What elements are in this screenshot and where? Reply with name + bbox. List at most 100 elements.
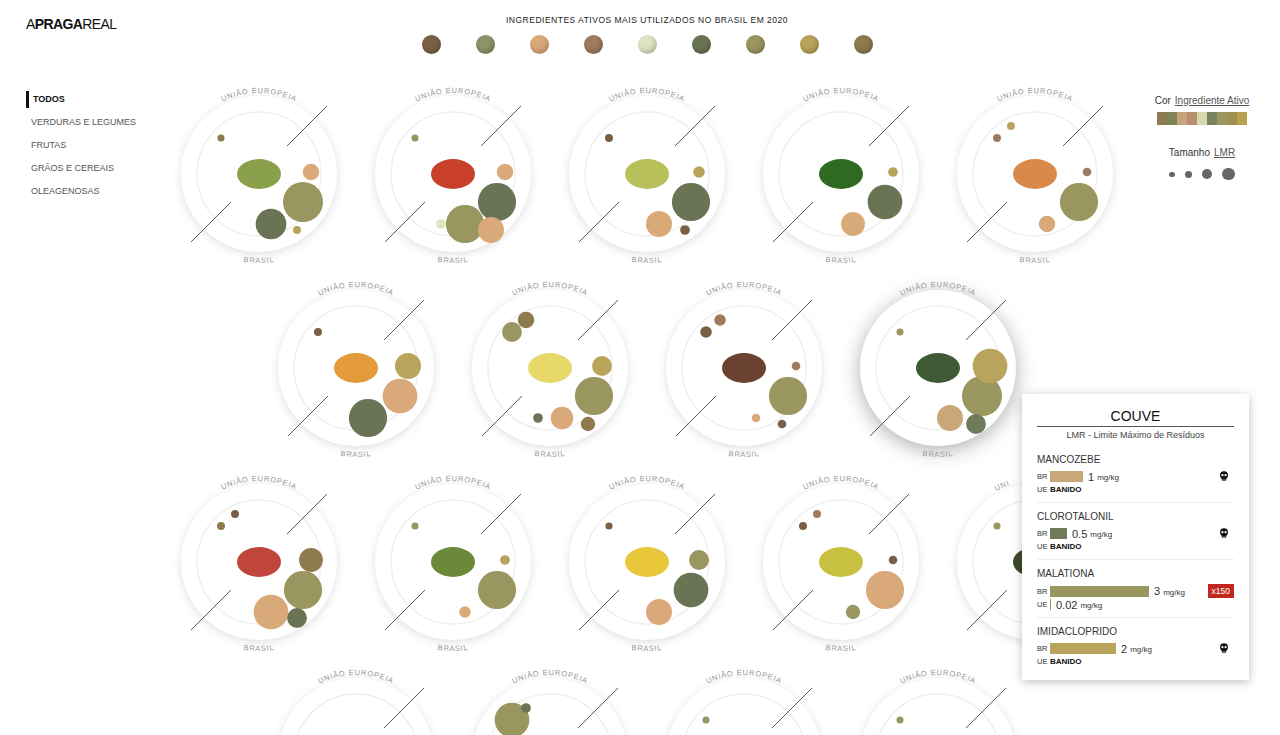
plate[interactable]: UNIÃO EUROPEIABRASIL [162, 77, 356, 271]
eu-bubble[interactable] [521, 703, 531, 713]
eu-bubble[interactable] [605, 134, 613, 142]
br-bubble[interactable] [287, 608, 307, 628]
br-bubble[interactable] [937, 405, 963, 431]
sidebar-item[interactable]: TODOS [26, 91, 162, 108]
eu-bubble[interactable] [231, 510, 239, 518]
ingredient-dot[interactable] [638, 35, 657, 54]
plate[interactable]: UNIÃO EUROPEIABRASIL [744, 77, 938, 271]
br-bubble[interactable] [646, 211, 672, 237]
br-bubble[interactable] [533, 413, 543, 423]
br-bubble[interactable] [841, 212, 865, 236]
br-bubble[interactable] [497, 164, 514, 181]
eu-bubble[interactable] [896, 716, 903, 723]
br-bubble[interactable] [575, 377, 613, 415]
br-bubble[interactable] [349, 399, 387, 437]
eu-bubble[interactable] [896, 328, 903, 335]
ingredient-dot[interactable] [854, 35, 873, 54]
br-bubble[interactable] [792, 362, 801, 371]
eu-bubble[interactable] [217, 522, 225, 530]
sidebar-item[interactable]: OLEAGENOSAS [26, 183, 162, 200]
br-bubble[interactable] [478, 217, 504, 243]
br-bubble[interactable] [395, 353, 421, 379]
eu-bubble[interactable] [799, 522, 807, 530]
eu-bubble[interactable] [813, 510, 821, 518]
ingredient-dot[interactable] [422, 35, 441, 54]
eu-bubble[interactable] [702, 716, 709, 723]
br-bubble[interactable] [693, 166, 705, 178]
eu-bubble[interactable] [518, 312, 535, 329]
br-bubble[interactable] [254, 595, 289, 630]
br-bubble[interactable] [868, 185, 903, 220]
eu-bubble[interactable] [605, 522, 612, 529]
br-bubble[interactable] [303, 164, 320, 181]
br-bubble[interactable] [592, 356, 612, 376]
br-bubble[interactable] [866, 571, 904, 609]
br-bubble[interactable] [478, 183, 516, 221]
plate[interactable]: UNIÃO EUROPEIABRASIL [259, 271, 453, 465]
br-bubble[interactable] [1060, 183, 1098, 221]
eu-bubble[interactable] [411, 522, 418, 529]
br-bubble[interactable] [478, 571, 516, 609]
logo[interactable]: APRAGAREAL [0, 0, 162, 77]
plate[interactable]: UNIÃO EUROPEIA [647, 659, 841, 735]
br-bubble[interactable] [299, 548, 323, 572]
sidebar-item[interactable]: GRÃOS E CEREAIS [26, 160, 162, 177]
plate[interactable]: UNIÃO EUROPEIABRASIL [550, 465, 744, 659]
br-bubble[interactable] [672, 183, 710, 221]
eu-bubble[interactable] [993, 522, 1000, 529]
br-bubble[interactable] [446, 205, 484, 243]
sidebar-item[interactable]: FRUTAS [26, 137, 162, 154]
br-bubble[interactable] [459, 606, 471, 618]
eu-bubble[interactable] [700, 326, 712, 338]
plate[interactable]: UNIÃO EUROPEIABRASIL [356, 465, 550, 659]
plate[interactable]: UNIÃO EUROPEIABRASIL [162, 465, 356, 659]
sidebar-item[interactable]: VERDURAS E LEGUMES [26, 114, 162, 131]
plate[interactable]: UNIÃO EUROPEIABRASIL [744, 465, 938, 659]
br-bubble[interactable] [769, 377, 807, 415]
ingredient-dot[interactable] [800, 35, 819, 54]
br-bubble[interactable] [283, 182, 323, 222]
br-bubble[interactable] [1039, 216, 1056, 233]
eu-bubble[interactable] [217, 134, 224, 141]
br-bubble[interactable] [293, 226, 301, 234]
ingredient-dot[interactable] [746, 35, 765, 54]
br-bubble[interactable] [500, 555, 510, 565]
plate[interactable]: UNIÃO EUROPEIABRASIL [356, 77, 550, 271]
plate[interactable]: UNIÃO EUROPEIABRASIL [938, 77, 1132, 271]
plate[interactable]: UNIÃO EUROPEIA [453, 659, 647, 735]
br-bubble[interactable] [888, 167, 898, 177]
color-legend-link[interactable]: Ingrediente Ativo [1175, 95, 1250, 106]
br-bubble[interactable] [846, 605, 860, 619]
br-bubble[interactable] [752, 414, 761, 423]
size-legend-link[interactable]: LMR [1214, 147, 1235, 158]
br-bubble[interactable] [889, 556, 898, 565]
ingredient-dot[interactable] [476, 35, 495, 54]
br-bubble[interactable] [689, 550, 709, 570]
eu-bubble[interactable] [714, 314, 726, 326]
plate[interactable]: UNIÃO EUROPEIABRASIL [550, 77, 744, 271]
plate[interactable]: UNIÃO EUROPEIA [259, 659, 453, 735]
plate[interactable]: UNIÃO EUROPEIABRASIL [453, 271, 647, 465]
br-bubble[interactable] [256, 209, 287, 240]
br-bubble[interactable] [966, 414, 986, 434]
br-bubble[interactable] [284, 571, 322, 609]
br-bubble[interactable] [680, 225, 690, 235]
br-bubble[interactable] [674, 573, 709, 608]
br-bubble[interactable] [973, 349, 1008, 384]
br-bubble[interactable] [778, 420, 787, 429]
eu-bubble[interactable] [993, 134, 1001, 142]
br-bubble[interactable] [551, 407, 574, 430]
ingredient-dot[interactable] [692, 35, 711, 54]
br-bubble[interactable] [646, 599, 672, 625]
eu-bubble[interactable] [411, 134, 418, 141]
eu-bubble[interactable] [1007, 122, 1015, 130]
br-bubble[interactable] [581, 417, 595, 431]
eu-bubble[interactable] [314, 328, 322, 336]
plate[interactable]: UNIÃO EUROPEIABRASIL [841, 271, 1035, 465]
plate[interactable]: UNIÃO EUROPEIA [841, 659, 1035, 735]
br-bubble[interactable] [436, 219, 446, 229]
br-bubble[interactable] [383, 379, 418, 414]
ingredient-dot[interactable] [584, 35, 603, 54]
ingredient-dot[interactable] [530, 35, 549, 54]
eu-bubble[interactable] [502, 322, 522, 342]
